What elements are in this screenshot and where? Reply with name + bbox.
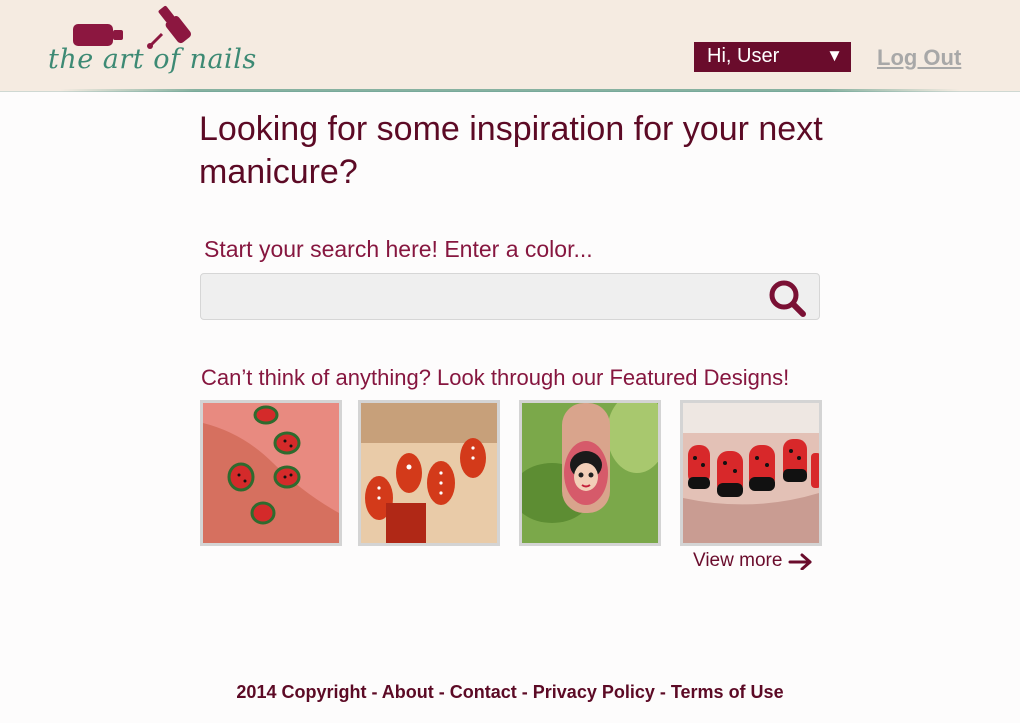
view-more-label: View more xyxy=(693,550,783,571)
caret-down-icon: ▼ xyxy=(826,46,843,65)
site-footer: 2014 Copyright - About - Contact - Priva… xyxy=(0,682,1020,703)
featured-design-thumbnail[interactable] xyxy=(358,400,500,546)
featured-design-thumbnail[interactable] xyxy=(200,400,342,546)
header-divider xyxy=(60,89,960,92)
user-menu-dropdown[interactable]: Hi, User ▼ xyxy=(694,42,851,72)
featured-designs-label: Can’t think of anything? Look through ou… xyxy=(201,365,790,390)
search-input[interactable] xyxy=(211,282,755,314)
footer-separator: - xyxy=(654,682,671,702)
footer-link-privacy-policy[interactable]: Privacy Policy xyxy=(533,682,655,702)
featured-design-thumbnail[interactable] xyxy=(519,400,661,546)
ladybug-nails-image xyxy=(683,403,819,543)
snow-white-nail-image xyxy=(522,403,658,543)
search-icon xyxy=(769,280,806,317)
copyright-text: 2014 Copyright xyxy=(236,682,367,702)
site-header: the art of nails Hi, User ▼ Log Out xyxy=(0,0,1020,92)
logo-text: the art of nails xyxy=(48,44,257,75)
search-label: Start your search here! Enter a color... xyxy=(204,236,593,262)
footer-separator: - xyxy=(366,682,382,702)
footer-link-about[interactable]: About xyxy=(382,682,434,702)
nail-polish-bottles-icon xyxy=(73,5,192,49)
footer-link-terms-of-use[interactable]: Terms of Use xyxy=(671,682,784,702)
page-headline: Looking for some inspiration for your ne… xyxy=(199,110,823,191)
search-bar xyxy=(200,273,820,320)
search-button[interactable] xyxy=(767,278,807,318)
footer-link-contact[interactable]: Contact xyxy=(450,682,517,702)
watermelon-nails-image xyxy=(203,403,339,543)
arrow-right-icon xyxy=(788,553,812,571)
featured-design-thumbnail[interactable] xyxy=(680,400,822,546)
red-dot-nails-image xyxy=(361,403,497,543)
logout-link[interactable]: Log Out xyxy=(877,45,961,71)
footer-separator: - xyxy=(433,682,450,702)
view-more-link[interactable]: View more xyxy=(693,550,814,572)
site-logo[interactable]: the art of nails xyxy=(46,4,256,84)
footer-separator: - xyxy=(516,682,533,702)
user-greeting: Hi, User xyxy=(707,45,780,67)
